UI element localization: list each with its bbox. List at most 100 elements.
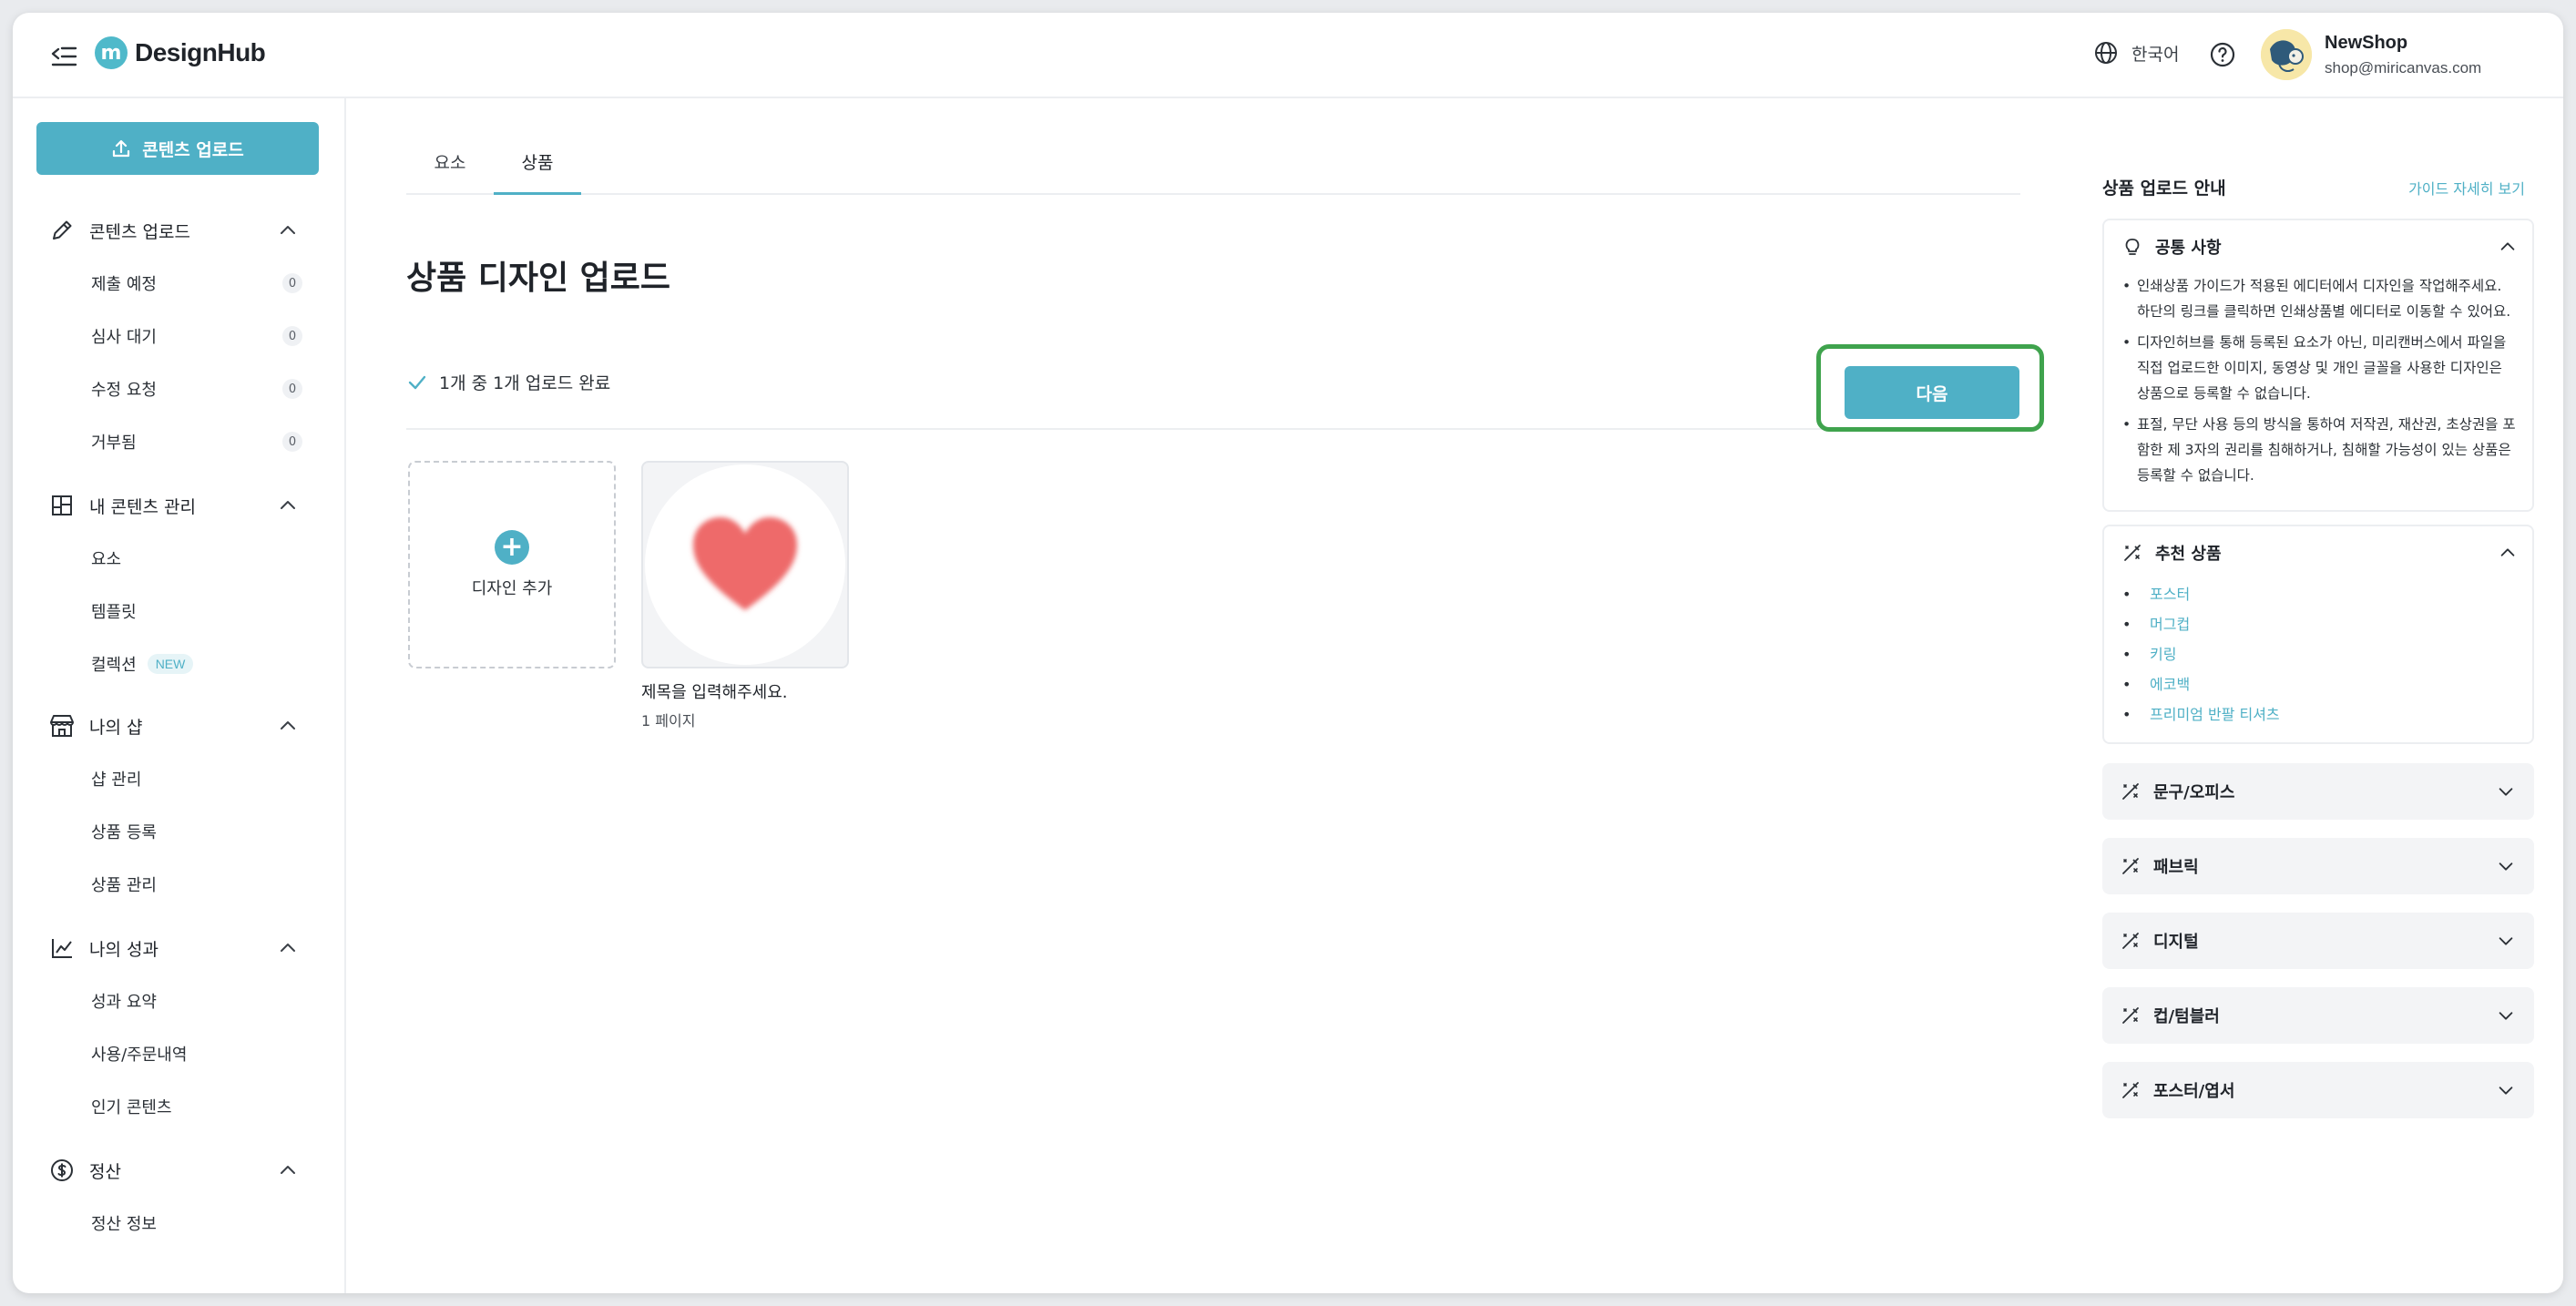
- sidebar-item-popular-content[interactable]: 인기 콘텐츠: [13, 1080, 346, 1133]
- plus-icon: +: [495, 530, 529, 565]
- count-badge: 0: [282, 326, 302, 346]
- logo-mark: m: [95, 36, 128, 69]
- help-icon[interactable]: [2208, 40, 2241, 73]
- sidebar-item-label: 거부됨: [91, 434, 137, 453]
- language-selector[interactable]: 한국어: [2093, 40, 2179, 66]
- category-fabric[interactable]: 패브릭: [2102, 838, 2534, 894]
- chevron-down-icon: [2499, 788, 2513, 796]
- nav-head-label: 나의 샵: [89, 717, 143, 738]
- sidebar-item-label: 상품 등록: [91, 823, 157, 842]
- recommended-products-list: • 포스터 • 머그컵 • 키링 • 에코백 • 프리미엄 반팔 티셔츠: [2104, 579, 2532, 742]
- guide-title: 상품 업로드 안내: [2102, 179, 2226, 199]
- main-content: 요소 상품 상품 디자인 업로드 1개 중 1개 업로드 완료 다음 + 디자인…: [346, 98, 2064, 1293]
- guide-detail-link[interactable]: 가이드 자세히 보기: [2405, 177, 2525, 199]
- sidebar-item-submit-pending[interactable]: 제출 예정 0: [13, 257, 346, 310]
- top-header: m DesignHub 한국어 NewShop shop@miricanvas.…: [13, 13, 2563, 98]
- recommended-product-ecobag[interactable]: • 에코백: [2104, 669, 2532, 699]
- category-poster-postcard[interactable]: 포스터/엽서: [2102, 1062, 2534, 1118]
- nav-section-settlement: 정산 정산 정보: [13, 1144, 346, 1250]
- heart-image: [693, 517, 797, 610]
- recommended-product-keyring[interactable]: • 키링: [2104, 639, 2532, 669]
- design-title[interactable]: 제목을 입력해주세요.: [641, 679, 787, 703]
- nav-head-settlement[interactable]: 정산: [13, 1144, 346, 1197]
- sidebar-item-label: 제출 예정: [91, 275, 157, 294]
- menu-collapse-icon[interactable]: [46, 40, 82, 73]
- nav-section-performance: 나의 성과 성과 요약 사용/주문내역 인기 콘텐츠: [13, 922, 346, 1133]
- globe-icon: [2095, 42, 2117, 64]
- sidebar-item-product-register[interactable]: 상품 등록: [13, 805, 346, 858]
- sidebar-item-settlement-info[interactable]: 정산 정보: [13, 1197, 346, 1250]
- tab-products[interactable]: 상품: [494, 144, 581, 195]
- sidebar: 콘텐츠 업로드 콘텐츠 업로드 제출 예정 0 심사 대기 0 수정 요청 0 거부됨…: [13, 98, 346, 1293]
- list-item: • 디자인허브를 통해 등록된 요소가 아닌, 미리캔버스에서 파일을 직접 업로…: [2122, 330, 2516, 406]
- layout-icon: [47, 491, 77, 520]
- common-rules-list: • 인쇄상품 가이드가 적용된 에디터에서 디자인을 작업해주세요. 하단의 링크…: [2104, 273, 2532, 510]
- sidebar-item-label: 사용/주문내역: [91, 1046, 188, 1065]
- sidebar-item-label: 심사 대기: [91, 328, 157, 347]
- user-info: NewShop shop@miricanvas.com: [2325, 33, 2481, 77]
- sidebar-item-collections[interactable]: 컬렉션 NEW: [13, 638, 346, 690]
- add-design-card[interactable]: + 디자인 추가: [408, 461, 616, 668]
- user-profile[interactable]: NewShop shop@miricanvas.com: [2261, 29, 2481, 80]
- link-text: 포스터: [2150, 586, 2191, 603]
- nav-head-my-content[interactable]: 내 콘텐츠 관리: [13, 479, 346, 532]
- chevron-up-icon: [281, 226, 295, 234]
- sidebar-item-review-waiting[interactable]: 심사 대기 0: [13, 310, 346, 362]
- sidebar-item-elements[interactable]: 요소: [13, 532, 346, 585]
- user-email: shop@miricanvas.com: [2325, 58, 2482, 77]
- user-name: NewShop: [2325, 32, 2408, 53]
- sidebar-item-usage-orders[interactable]: 사용/주문내역: [13, 1027, 346, 1080]
- category-cup-tumbler[interactable]: 컵/텀블러: [2102, 987, 2534, 1044]
- design-thumbnail: [645, 464, 845, 665]
- sidebar-item-product-manage[interactable]: 상품 관리: [13, 858, 346, 911]
- list-item: • 인쇄상품 가이드가 적용된 에디터에서 디자인을 작업해주세요. 하단의 링크…: [2122, 273, 2516, 324]
- sidebar-item-templates[interactable]: 템플릿: [13, 585, 346, 638]
- store-icon: [47, 711, 77, 740]
- recommended-product-poster[interactable]: • 포스터: [2104, 579, 2532, 609]
- magic-wand-icon: [2119, 780, 2142, 803]
- count-badge: 0: [282, 273, 302, 293]
- chevron-down-icon: [2499, 937, 2513, 945]
- logo-text: DesignHub: [135, 38, 266, 66]
- category-label: 문구/오피스: [2153, 783, 2235, 802]
- sidebar-item-rejected[interactable]: 거부됨 0: [13, 415, 346, 468]
- logo[interactable]: m DesignHub: [95, 36, 266, 69]
- list-item-text: 디자인허브를 통해 등록된 요소가 아닌, 미리캔버스에서 파일을 직접 업로드…: [2137, 334, 2507, 402]
- recommended-product-tshirt[interactable]: • 프리미엄 반팔 티셔츠: [2104, 699, 2532, 730]
- nav-head-performance[interactable]: 나의 성과: [13, 922, 346, 974]
- tab-bar: 요소 상품: [406, 144, 2020, 195]
- language-label: 한국어: [2131, 44, 2180, 65]
- recommended-products-card: 추천 상품 • 포스터 • 머그컵 • 키링 • 에코백 • 프리미엄 반팔 티셔츠: [2102, 525, 2534, 744]
- recommended-products-header[interactable]: 추천 상품: [2104, 526, 2532, 579]
- sidebar-item-summary[interactable]: 성과 요약: [13, 974, 346, 1027]
- magic-wand-icon: [2119, 1078, 2142, 1102]
- nav-head-content-upload[interactable]: 콘텐츠 업로드: [13, 204, 346, 257]
- page-title: 상품 디자인 업로드: [406, 260, 671, 297]
- content-upload-button[interactable]: 콘텐츠 업로드: [36, 122, 319, 175]
- link-text: 에코백: [2150, 676, 2191, 693]
- chevron-up-icon: [2500, 548, 2515, 556]
- upload-status-row: 1개 중 1개 업로드 완료 다음: [406, 335, 2044, 432]
- next-button[interactable]: 다음: [1845, 366, 2019, 419]
- check-icon: [408, 375, 426, 389]
- common-rules-header[interactable]: 공통 사항: [2104, 220, 2532, 273]
- chevron-up-icon: [281, 501, 295, 509]
- content-upload-label: 콘텐츠 업로드: [142, 139, 244, 160]
- category-stationery[interactable]: 문구/오피스: [2102, 763, 2534, 820]
- category-digital[interactable]: 디지털: [2102, 913, 2534, 969]
- upload-status: 1개 중 1개 업로드 완료: [406, 370, 610, 394]
- chevron-up-icon: [281, 1166, 295, 1174]
- list-item-text: 표절, 무단 사용 등의 방식을 통하여 저작권, 재산권, 초상권을 포함한 …: [2137, 416, 2516, 484]
- sidebar-item-edit-request[interactable]: 수정 요청 0: [13, 362, 346, 415]
- chevron-up-icon: [2500, 242, 2515, 250]
- upload-icon: [113, 139, 130, 158]
- link-text: 키링: [2150, 646, 2177, 663]
- recommended-product-mug[interactable]: • 머그컵: [2104, 609, 2532, 639]
- design-thumbnail-card[interactable]: [641, 461, 849, 668]
- chart-icon: [47, 934, 77, 963]
- nav-head-label: 내 콘텐츠 관리: [89, 496, 196, 517]
- nav-head-label: 나의 성과: [89, 939, 158, 960]
- sidebar-item-shop-manage[interactable]: 샵 관리: [13, 752, 346, 805]
- nav-head-my-shop[interactable]: 나의 샵: [13, 699, 346, 752]
- tab-elements[interactable]: 요소: [406, 144, 494, 195]
